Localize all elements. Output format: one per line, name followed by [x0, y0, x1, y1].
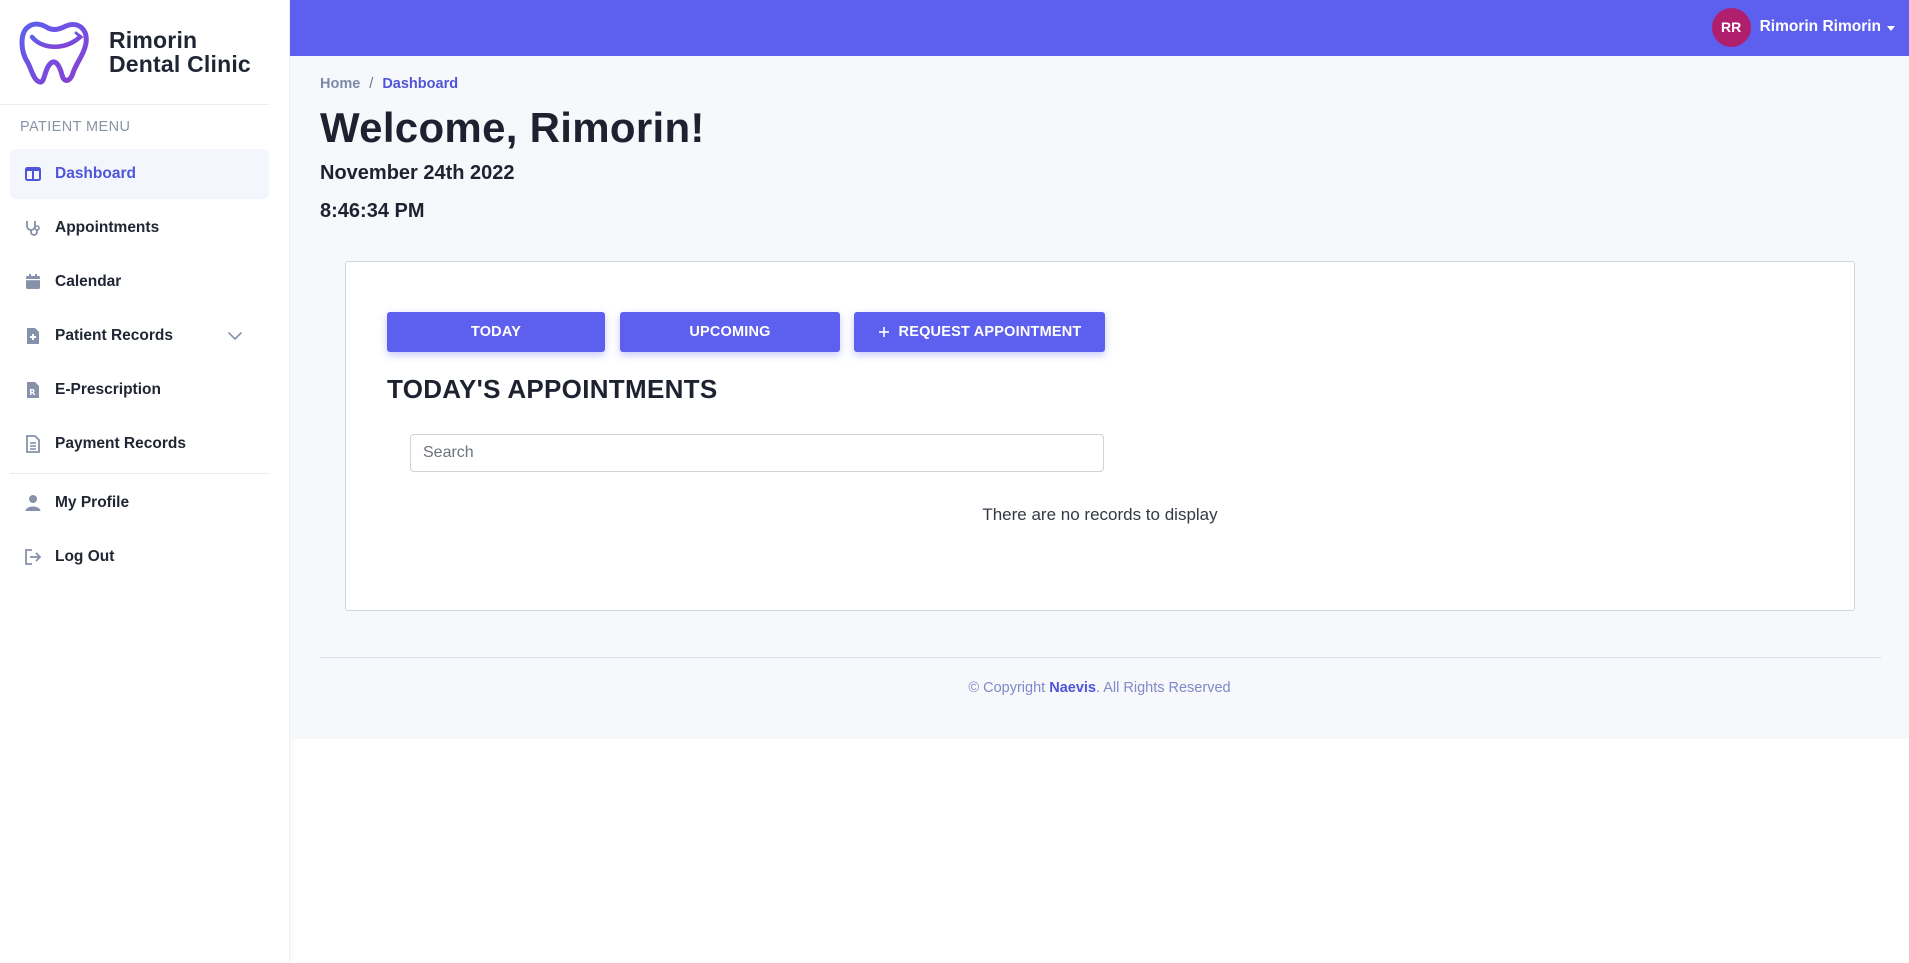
brand[interactable]: Rimorin Dental Clinic	[0, 0, 269, 105]
sidebar-item-label: E-Prescription	[55, 381, 161, 398]
svg-text:R: R	[29, 388, 35, 397]
user-menu[interactable]: RR Rimorin Rimorin	[1711, 6, 1895, 48]
upcoming-button[interactable]: UPCOMING	[620, 312, 840, 352]
page-title: Welcome, Rimorin!	[320, 104, 705, 151]
menu-heading: PATIENT MENU	[20, 119, 131, 135]
file-medical-icon	[27, 328, 39, 344]
user-name[interactable]: Rimorin Rimorin	[1760, 18, 1881, 36]
sidebar-nav: Dashboard Appointments Calendar Patient …	[0, 149, 289, 582]
footer-suffix: . All Rights Reserved	[1095, 680, 1231, 696]
app-root: Rimorin Dental Clinic PATIENT MENU Dashb…	[0, 0, 1909, 963]
plus-icon	[878, 327, 889, 337]
columns-icon	[25, 167, 41, 181]
chevron-down-icon[interactable]	[227, 328, 243, 344]
main-content: Home / Dashboard Welcome, Rimorin! Novem…	[290, 56, 1909, 739]
current-time: 8:46:34 PM	[320, 200, 425, 222]
brand-name: Rimorin Dental Clinic	[109, 28, 251, 76]
footer-prefix: © Copyright	[968, 680, 1050, 696]
appointments-card: TODAY UPCOMING REQUEST APPOINTMENT TODAY…	[345, 261, 1855, 611]
sidebar-item-appointments[interactable]: Appointments	[10, 203, 269, 253]
sidebar-divider	[10, 473, 269, 474]
search-input[interactable]	[410, 434, 1104, 472]
sidebar-item-label: My Profile	[55, 494, 130, 511]
sidebar-item-e-prescription[interactable]: R E-Prescription	[10, 365, 269, 415]
breadcrumb-home[interactable]: Home	[320, 76, 360, 92]
topbar: RR Rimorin Rimorin	[290, 0, 1909, 56]
brand-name-line1: Rimorin	[109, 27, 198, 53]
empty-state-message: There are no records to display	[982, 505, 1218, 524]
section-title: TODAY'S APPOINTMENTS	[387, 374, 718, 404]
document-icon	[26, 435, 40, 453]
stethoscope-icon	[26, 221, 40, 236]
calendar-icon	[26, 274, 40, 289]
sidebar-item-patient-records[interactable]: Patient Records	[10, 311, 269, 361]
sidebar-item-my-profile[interactable]: My Profile	[10, 478, 269, 528]
tooth-logo-icon	[19, 21, 89, 85]
sidebar-item-label: Patient Records	[55, 327, 174, 344]
breadcrumb: Home / Dashboard	[320, 76, 458, 92]
request-appointment-button[interactable]: REQUEST APPOINTMENT	[854, 312, 1105, 352]
sidebar-item-calendar[interactable]: Calendar	[10, 257, 269, 307]
brand-name-line2: Dental Clinic	[109, 51, 251, 77]
footer: © Copyright Naevis. All Rights Reserved	[290, 680, 1909, 696]
current-date: November 24th 2022	[320, 162, 515, 184]
user-icon	[25, 495, 41, 511]
sidebar: Rimorin Dental Clinic PATIENT MENU Dashb…	[0, 0, 290, 963]
sidebar-item-label: Calendar	[55, 273, 122, 290]
caret-down-icon[interactable]	[1887, 25, 1895, 31]
sidebar-item-label: Dashboard	[55, 165, 136, 182]
sidebar-item-payment-records[interactable]: Payment Records	[10, 419, 269, 469]
prescription-icon: R	[27, 382, 39, 398]
breadcrumb-current: Dashboard	[382, 76, 459, 92]
sidebar-item-label: Appointments	[55, 219, 160, 236]
breadcrumb-separator: /	[369, 76, 374, 92]
logout-icon	[25, 549, 42, 565]
sidebar-item-dashboard[interactable]: Dashboard	[10, 149, 269, 199]
avatar[interactable]: RR	[1711, 7, 1751, 47]
footer-divider	[320, 657, 1881, 658]
request-appointment-label: REQUEST APPOINTMENT	[898, 324, 1082, 340]
footer-brand-link[interactable]: Naevis	[1049, 680, 1096, 696]
sidebar-item-log-out[interactable]: Log Out	[10, 532, 269, 582]
today-button[interactable]: TODAY	[387, 312, 605, 352]
sidebar-item-label: Log Out	[55, 548, 115, 565]
sidebar-item-label: Payment Records	[55, 435, 186, 452]
